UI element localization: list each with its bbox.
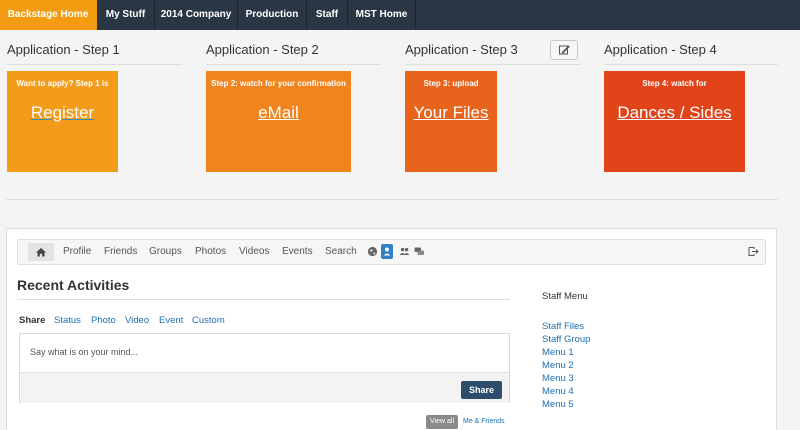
step-3-box: Step 3: upload Your Files (405, 71, 497, 172)
share-label: Share (19, 315, 46, 326)
activity-panel: Profile Friends Groups Photos Videos Eve… (6, 228, 777, 430)
staff-menu-menu-5[interactable]: Menu 5 (542, 399, 574, 410)
step-4-rule (604, 64, 778, 65)
toolbar-events[interactable]: Events (282, 246, 313, 257)
nav-tab-my-stuff[interactable]: My Stuff (97, 0, 155, 30)
share-tab-event[interactable]: Event (159, 315, 183, 326)
staff-menu-menu-2[interactable]: Menu 2 (542, 360, 574, 371)
email-link[interactable]: eMail (258, 103, 299, 123)
staff-menu-menu-1[interactable]: Menu 1 (542, 347, 574, 358)
toolbar-search[interactable]: Search (325, 246, 357, 257)
nav-tab-mst-home[interactable]: MST Home (348, 0, 416, 30)
status-composer: Say what is on your mind... Share (19, 333, 510, 403)
globe-icon[interactable] (367, 246, 378, 257)
step-2-box: Step 2: watch for your confirmation eMai… (206, 71, 351, 172)
top-nav-bar: Backstage Home My Stuff 2014 Company Pro… (0, 0, 800, 30)
staff-menu-staff-files[interactable]: Staff Files (542, 321, 584, 332)
step-1-caption: Want to apply? Step 1 is (16, 79, 109, 88)
nav-tab-staff[interactable]: Staff (307, 0, 348, 30)
users-icon[interactable] (399, 246, 410, 257)
activity-toolbar: Profile Friends Groups Photos Videos Eve… (17, 239, 766, 265)
status-input[interactable]: Say what is on your mind... (20, 334, 509, 372)
nav-tab-2014-company[interactable]: 2014 Company (155, 0, 238, 30)
share-tab-photo[interactable]: Photo (91, 315, 116, 326)
step-2-heading: Application - Step 2 (206, 42, 319, 57)
step-4-box: Step 4: watch for Dances / Sides (604, 71, 745, 172)
share-tab-status[interactable]: Status (54, 315, 81, 326)
step-1-heading: Application - Step 1 (7, 42, 120, 57)
step-3-caption: Step 3: upload (423, 79, 479, 88)
step-2-caption: Step 2: watch for your confirmation (211, 79, 346, 88)
toolbar-photos[interactable]: Photos (195, 246, 226, 257)
share-tab-custom[interactable]: Custom (192, 315, 225, 326)
nav-tab-backstage-home[interactable]: Backstage Home (0, 0, 97, 30)
user-badge-button[interactable] (381, 244, 393, 259)
staff-menu-menu-3[interactable]: Menu 3 (542, 373, 574, 384)
staff-menu-staff-group[interactable]: Staff Group (542, 334, 590, 345)
step-4-caption: Step 4: watch for (642, 79, 707, 88)
dances-sides-link[interactable]: Dances / Sides (617, 103, 731, 123)
step-3-rule (405, 64, 580, 65)
section-divider (6, 199, 778, 200)
logout-icon[interactable] (748, 246, 759, 257)
step-1-rule (7, 64, 182, 65)
toolbar-videos[interactable]: Videos (239, 246, 269, 257)
user-badge-icon (383, 247, 391, 256)
pencil-square-icon (559, 45, 570, 55)
toolbar-groups[interactable]: Groups (149, 246, 182, 257)
edit-button[interactable] (550, 40, 578, 60)
staff-menu-title: Staff Menu (542, 291, 588, 302)
composer-footer: Share (20, 372, 509, 403)
share-tab-video[interactable]: Video (125, 315, 149, 326)
step-2-rule (206, 64, 381, 65)
step-4-heading: Application - Step 4 (604, 42, 717, 57)
register-link[interactable]: Register (31, 103, 94, 123)
me-and-friends-link[interactable]: Me & Friends (463, 418, 505, 425)
chat-icon[interactable] (414, 246, 425, 257)
toolbar-friends[interactable]: Friends (104, 246, 137, 257)
recent-activities-rule (17, 299, 510, 300)
nav-tab-production[interactable]: Production (238, 0, 307, 30)
home-button[interactable] (28, 243, 54, 261)
step-1-box: Want to apply? Step 1 is Register (7, 71, 118, 172)
recent-activities-title: Recent Activities (17, 277, 130, 293)
step-3-heading: Application - Step 3 (405, 42, 518, 57)
view-all-button[interactable]: View all (426, 415, 458, 429)
toolbar-profile[interactable]: Profile (63, 246, 91, 257)
your-files-link[interactable]: Your Files (414, 103, 489, 123)
home-icon (36, 248, 46, 257)
staff-menu-menu-4[interactable]: Menu 4 (542, 386, 574, 397)
share-button[interactable]: Share (461, 381, 502, 399)
